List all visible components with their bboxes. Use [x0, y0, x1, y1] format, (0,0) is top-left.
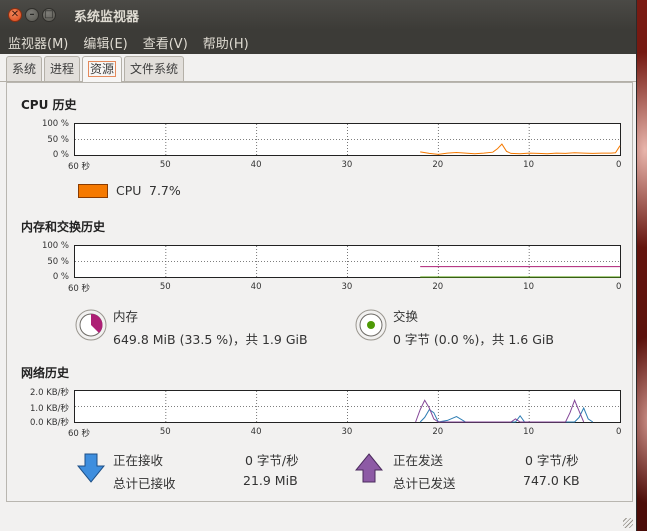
menu-view[interactable]: 查看(V) [143, 33, 188, 52]
mem-x-tick: 10 [523, 282, 534, 292]
memory-pie-icon[interactable] [75, 309, 107, 341]
tab-bar: 系统 进程 资源 文件系统 [0, 54, 636, 82]
net-x-tick: 60 秒 [68, 429, 91, 439]
status-bar [0, 508, 636, 531]
cpu-x-tick: 10 [523, 160, 534, 170]
resources-panel: CPU 历史 100 % 50 % 0 % 60 秒 50 40 30 20 10 0 CP… [6, 82, 633, 502]
network-section-title: 网络历史 [21, 366, 70, 380]
cpu-y-tick-100: 100 % [41, 119, 69, 129]
mem-x-tick: 50 [159, 282, 171, 292]
close-button[interactable]: ✕ [8, 8, 22, 22]
tab-processes[interactable]: 进程 [44, 56, 81, 81]
receiving-rate: 0 字节/秒 [245, 453, 299, 468]
minimize-button[interactable]: – [25, 8, 39, 22]
cpu-color-swatch[interactable] [78, 184, 108, 198]
window-title: 系统监视器 [74, 9, 140, 25]
mem-x-tick: 30 [341, 282, 353, 292]
upload-arrow-icon[interactable] [355, 453, 383, 483]
cpu-history-graph [74, 123, 621, 156]
net-x-tick: 30 [341, 427, 353, 437]
cpu-x-tick: 60 秒 [68, 162, 91, 172]
menu-edit[interactable]: 编辑(E) [83, 33, 127, 52]
receiving-label: 正在接收 [113, 453, 164, 468]
net-x-tick: 0 [616, 427, 622, 437]
menu-help[interactable]: 帮助(H) [203, 33, 249, 52]
cpu-x-tick: 0 [616, 160, 622, 170]
cpu-y-tick-0: 0 % [52, 150, 69, 160]
network-history-graph [74, 390, 621, 423]
cpu-y-tick-50: 50 % [47, 135, 69, 145]
cpu-legend-value: 7.7% [149, 183, 181, 198]
mem-y-tick-0: 0 % [52, 272, 69, 282]
menu-monitor[interactable]: 监视器(M) [8, 33, 68, 52]
swap-value: 0 字节 (0.0 %)，共 1.6 GiB [393, 332, 554, 347]
mem-y-tick-50: 50 % [47, 257, 69, 267]
total-received-label: 总计已接收 [113, 476, 176, 491]
cpu-section-title: CPU 历史 [21, 98, 77, 112]
tab-system[interactable]: 系统 [6, 56, 43, 81]
menu-bar: 监视器(M) 编辑(E) 查看(V) 帮助(H) [0, 30, 636, 54]
swap-label: 交换 [393, 309, 419, 324]
tab-resources[interactable]: 资源 [82, 56, 123, 82]
cpu-legend-label: CPU [116, 183, 142, 198]
mem-y-tick-100: 100 % [41, 241, 69, 251]
tab-filesystems[interactable]: 文件系统 [124, 56, 185, 81]
memory-label: 内存 [113, 309, 139, 324]
mem-x-tick: 0 [616, 282, 622, 292]
mem-x-tick: 20 [432, 282, 444, 292]
net-y-tick-1: 1.0 KB/秒 [30, 404, 69, 414]
download-arrow-icon[interactable] [77, 453, 105, 483]
net-x-tick: 50 [159, 427, 171, 437]
title-bar: ✕ – □ 系统监视器 [0, 0, 636, 30]
sending-rate: 0 字节/秒 [525, 453, 579, 468]
memory-history-graph [74, 245, 621, 278]
net-y-tick-2: 2.0 KB/秒 [30, 388, 69, 398]
memory-section-title: 内存和交换历史 [21, 220, 106, 234]
cpu-x-tick: 30 [341, 160, 353, 170]
cpu-series-1 [420, 143, 621, 155]
cpu-x-tick: 50 [159, 160, 171, 170]
total-sent-label: 总计已发送 [393, 476, 456, 491]
net-y-tick-0: 0.0 KB/秒 [30, 418, 69, 428]
cpu-x-tick: 40 [250, 160, 262, 170]
total-received-value: 21.9 MiB [243, 473, 298, 488]
total-sent-value: 747.0 KB [523, 473, 580, 488]
system-monitor-window: ✕ – □ 系统监视器 监视器(M) 编辑(E) 查看(V) 帮助(H) 系统 … [0, 0, 637, 531]
swap-pie-icon[interactable] [355, 309, 387, 341]
mem-x-tick: 60 秒 [68, 284, 91, 294]
mem-x-tick: 40 [250, 282, 262, 292]
resize-grip[interactable] [623, 518, 633, 528]
net-x-tick: 10 [523, 427, 534, 437]
memory-value: 649.8 MiB (33.5 %)，共 1.9 GiB [113, 332, 308, 347]
maximize-button[interactable]: □ [42, 8, 56, 22]
net-series-2 [415, 398, 585, 423]
sending-label: 正在发送 [393, 453, 444, 468]
net-x-tick: 40 [250, 427, 262, 437]
cpu-x-tick: 20 [432, 160, 444, 170]
net-x-tick: 20 [432, 427, 444, 437]
